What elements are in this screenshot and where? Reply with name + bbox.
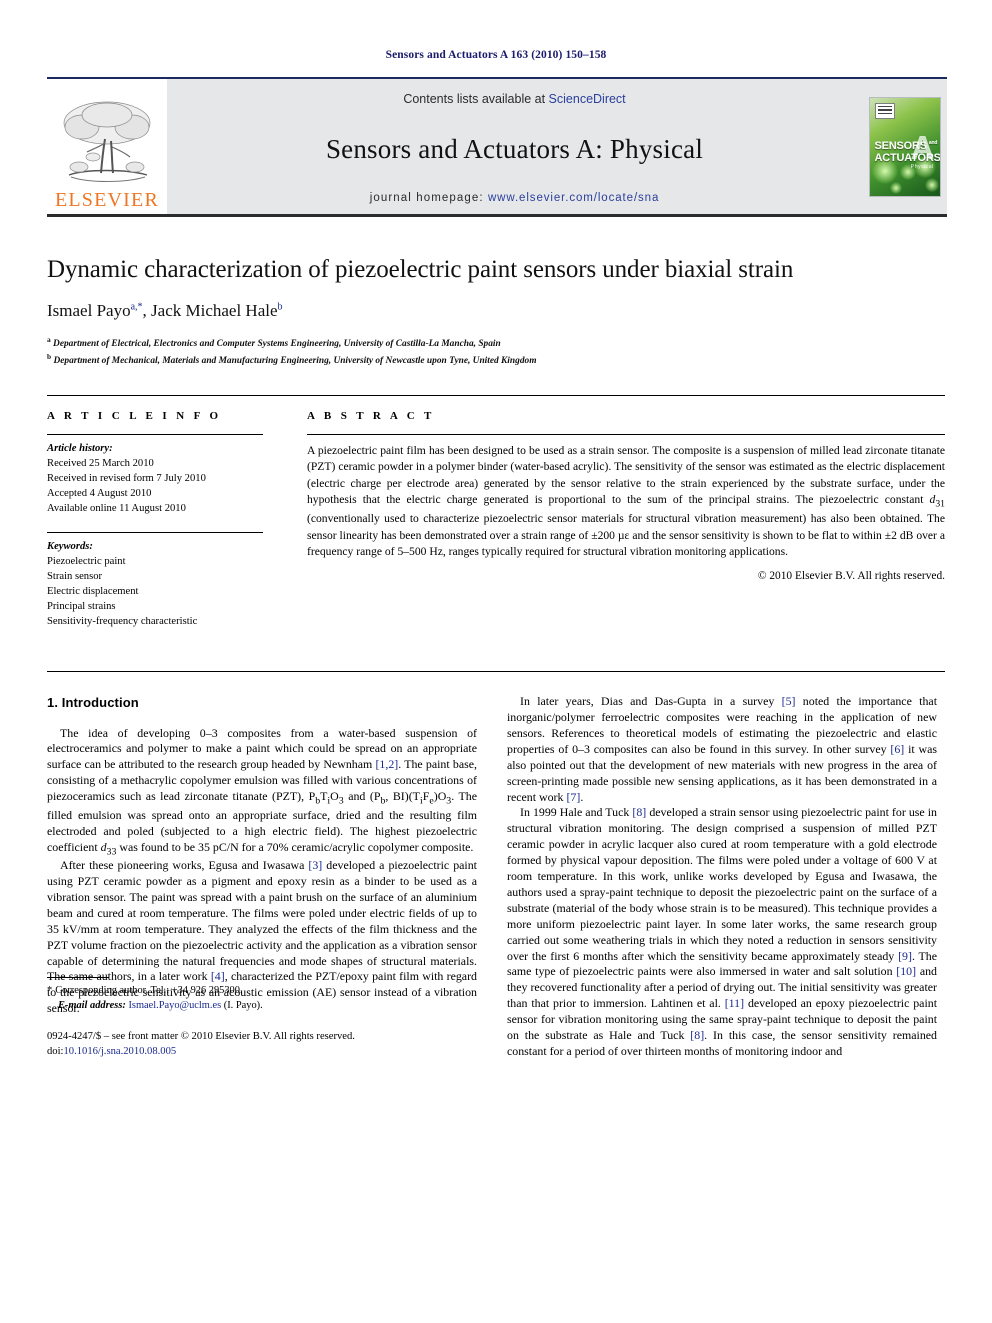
body-paragraph: In 1999 Hale and Tuck [8] developed a st… (507, 805, 938, 1058)
contents-prefix: Contents lists available at (403, 92, 549, 106)
keyword-item: Piezoelectric paint (47, 556, 126, 568)
citation-link[interactable]: [9] (898, 949, 912, 963)
abstract-rule (307, 433, 945, 435)
citation-link[interactable]: [8] (690, 1028, 704, 1042)
corresponding-author-note: * Corresponding author. Tel.: +34 926 295… (47, 984, 477, 999)
issn-copyright-line: 0924-4247/$ – see front matter © 2010 El… (47, 1031, 355, 1043)
cover-publisher-mark-icon (874, 102, 895, 119)
history-item: Available online 11 August 2010 (47, 503, 186, 515)
elsevier-tree-icon (55, 97, 159, 189)
citation-link[interactable]: [8] (632, 805, 646, 819)
sciencedirect-link[interactable]: ScienceDirect (549, 92, 626, 106)
abstract-column: A B S T R A C T A piezoelectric paint fi… (285, 410, 945, 645)
history-item: Received in revised form 7 July 2010 (47, 473, 206, 484)
footnote-rule (47, 977, 109, 979)
abstract-heading: A B S T R A C T (307, 409, 435, 422)
journal-cover-thumbnail: SENSORS and ACTUATORS A Physical (862, 79, 947, 214)
elsevier-wordmark: ELSEVIER (54, 189, 160, 211)
doi-label: doi: (47, 1046, 64, 1058)
section-heading-introduction: 1. Introduction (47, 695, 139, 711)
citation-link[interactable]: [7] (566, 790, 580, 804)
homepage-label: journal homepage: (369, 192, 484, 204)
body-column-left: 1. Introduction The idea of developing 0… (47, 694, 477, 1059)
doi-line: doi:10.1016/j.sna.2010.08.005 (47, 1044, 477, 1059)
journal-homepage-line: journal homepage: www.elsevier.com/locat… (370, 192, 660, 204)
footnote-area: * Corresponding author. Tel.: +34 926 295… (47, 977, 477, 1059)
article-info-rule (47, 433, 263, 435)
contents-available-line: Contents lists available at ScienceDirec… (403, 92, 625, 106)
running-head: Sensors and Actuators A 163 (2010) 150–1… (385, 49, 607, 61)
keywords-label: Keywords: (47, 541, 93, 553)
affiliation-a-marker: a (47, 334, 51, 344)
keyword-item: Principal strains (47, 601, 116, 613)
title-block: Dynamic characterization of piezoelectri… (47, 255, 945, 368)
article-history-list: Received 25 March 2010 Received in revis… (47, 456, 263, 516)
corresponding-author-text: Corresponding author. Tel.: +34 926 2953… (55, 985, 243, 997)
page-title: Dynamic characterization of piezoelectri… (47, 256, 794, 283)
cover-subtitle: Physical (910, 163, 934, 170)
body-paragraph: The idea of developing 0–3 composites fr… (47, 725, 477, 857)
citation-link[interactable]: [6] (890, 742, 904, 756)
keywords-block: Keywords: Piezoelectric paint Strain sen… (47, 532, 263, 629)
elsevier-logo: ELSEVIER (47, 79, 167, 214)
affiliation-a: a Department of Electrical, Electronics … (47, 334, 945, 351)
history-item: Accepted 4 August 2010 (47, 488, 152, 500)
affiliation-b-marker: b (47, 351, 52, 361)
citation-link[interactable]: [5] (782, 694, 796, 708)
citation-link[interactable]: [10] (896, 964, 916, 978)
article-history-label: Article history: (47, 442, 113, 454)
journal-masthead: ELSEVIER Contents lists available at Sci… (47, 77, 947, 217)
journal-title: Sensors and Actuators A: Physical (325, 133, 704, 164)
history-item: Received 25 March 2010 (47, 457, 154, 469)
article-info-heading: A R T I C L E I N F O (47, 409, 222, 422)
body-column-right: In later years, Dias and Das-Gupta in a … (507, 694, 937, 1059)
citation-link[interactable]: [3] (308, 858, 322, 872)
info-abstract-region: A R T I C L E I N F O Article history: R… (47, 394, 945, 645)
email-label: E-mail address: (58, 1000, 126, 1012)
journal-cover-art: SENSORS and ACTUATORS A Physical (868, 96, 941, 197)
citation-link[interactable]: [11] (725, 996, 744, 1010)
citation-link[interactable]: [1,2] (375, 757, 398, 771)
keywords-list: Piezoelectric paint Strain sensor Electr… (47, 554, 263, 629)
body-region: 1. Introduction The idea of developing 0… (47, 671, 945, 1059)
corresponding-author-marker: * (47, 985, 53, 997)
affiliation-a-text: Department of Electrical, Electronics an… (53, 338, 501, 349)
homepage-url-link[interactable]: www.elsevier.com/locate/sna (488, 192, 659, 204)
body-paragraph: In later years, Dias and Das-Gupta in a … (507, 694, 938, 804)
keyword-item: Strain sensor (47, 571, 103, 583)
doi-link[interactable]: 10.1016/j.sna.2010.08.005 (63, 1046, 176, 1057)
abstract-copyright: © 2010 Elsevier B.V. All rights reserved… (757, 569, 945, 582)
keyword-item: Electric displacement (47, 586, 139, 598)
article-info-column: A R T I C L E I N F O Article history: R… (47, 410, 285, 645)
abstract-text: A piezoelectric paint film has been desi… (307, 443, 945, 559)
email-link[interactable]: Ismael.Payo@uclm.es (128, 1000, 221, 1011)
keywords-rule (47, 532, 263, 534)
masthead-center: Contents lists available at ScienceDirec… (167, 79, 862, 214)
keyword-item: Sensitivity-frequency characteristic (47, 616, 198, 628)
author-list: Ismael Payoa,*, Jack Michael Haleb (47, 300, 283, 320)
cover-series-letter: A (910, 128, 935, 166)
affiliation-b: b Department of Mechanical, Materials an… (47, 351, 945, 368)
email-note: E-mail address: Ismael.Payo@uclm.es (I. … (47, 999, 477, 1014)
email-owner: (I. Payo). (223, 1000, 263, 1012)
document-page: Sensors and Actuators A 163 (2010) 150–1… (0, 0, 992, 1323)
affiliation-b-text: Department of Mechanical, Materials and … (53, 355, 537, 366)
